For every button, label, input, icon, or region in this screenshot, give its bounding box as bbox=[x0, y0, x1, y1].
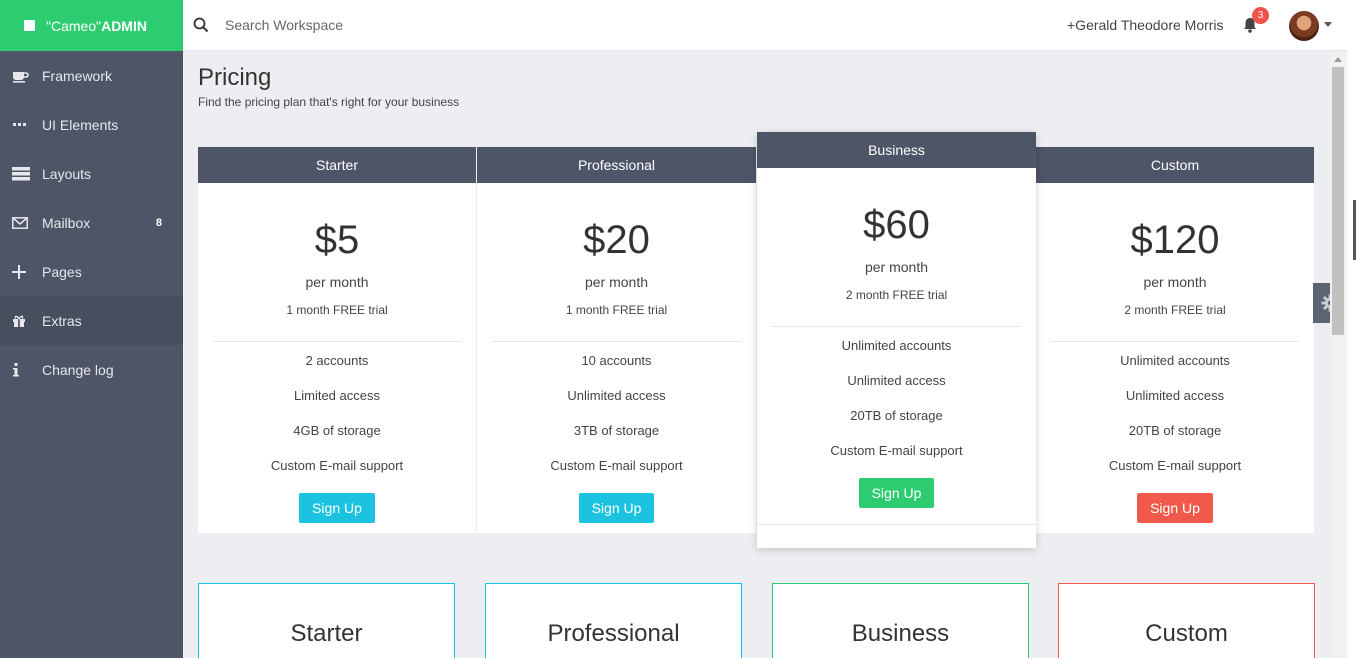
layout-icon bbox=[12, 166, 42, 181]
sign-up-button[interactable]: Sign Up bbox=[578, 493, 655, 523]
plan-feature: 2 accounts bbox=[305, 353, 369, 368]
plan-feature: Unlimited access bbox=[1125, 388, 1225, 403]
plan-feature: 10 accounts bbox=[581, 353, 652, 368]
plan-header: Custom bbox=[1036, 147, 1314, 183]
plan-period: per month bbox=[1143, 274, 1207, 290]
plan-feature: Custom E-mail support bbox=[830, 443, 963, 458]
sidebar-item-label: Change log bbox=[42, 361, 114, 378]
page-subtitle: Find the pricing plan that's right for y… bbox=[198, 95, 460, 109]
plan-card-starter[interactable]: Starter bbox=[198, 583, 455, 658]
pricing-plan-professional: Professional $20 per month 1 month FREE … bbox=[477, 147, 757, 533]
info-icon bbox=[12, 362, 42, 377]
plan-header: Professional bbox=[477, 147, 756, 183]
divider bbox=[757, 524, 1036, 525]
sign-up-button[interactable]: Sign Up bbox=[299, 493, 375, 523]
top-bar: +Gerald Theodore Morris 3 bbox=[183, 0, 1356, 51]
page-title: Pricing bbox=[198, 64, 272, 91]
logo-square-icon bbox=[24, 20, 35, 31]
sidebar-item-label: Layouts bbox=[42, 165, 92, 182]
pricing-plan-business-featured: Business $60 per month 2 month FREE tria… bbox=[757, 132, 1036, 548]
plan-feature: Limited access bbox=[294, 388, 380, 403]
plan-price: $5 bbox=[314, 218, 360, 262]
window-edge bbox=[1347, 0, 1356, 658]
coffee-cup-icon bbox=[12, 69, 42, 83]
sidebar-item-extras[interactable]: Extras bbox=[0, 296, 183, 345]
sidebar-item-layouts[interactable]: Layouts bbox=[0, 149, 183, 198]
divider bbox=[492, 341, 741, 342]
plan-period: per month bbox=[864, 259, 929, 275]
vertical-scrollbar[interactable] bbox=[1330, 51, 1347, 658]
sidebar-item-label: UI Elements bbox=[42, 116, 119, 133]
divider bbox=[772, 326, 1021, 327]
plan-card-professional[interactable]: Professional bbox=[485, 583, 742, 658]
search-icon[interactable] bbox=[193, 17, 209, 33]
ellipsis-icon bbox=[12, 122, 42, 128]
plan-feature: Custom E-mail support bbox=[550, 458, 683, 473]
plan-feature: Custom E-mail support bbox=[1108, 458, 1242, 473]
sidebar-item-label: Extras bbox=[42, 312, 82, 329]
plan-feature: Unlimited accounts bbox=[1120, 353, 1230, 368]
plan-feature: 20TB of storage bbox=[850, 408, 943, 423]
sidebar-item-ui-elements[interactable]: UI Elements bbox=[0, 100, 183, 149]
scrollbar-thumb[interactable] bbox=[1332, 67, 1344, 335]
envelope-icon bbox=[12, 216, 42, 229]
plan-price: $120 bbox=[1130, 218, 1220, 262]
plan-feature: 20TB of storage bbox=[1128, 423, 1222, 438]
brand-name-part2: ADMIN bbox=[101, 17, 147, 34]
notification-count-badge: 3 bbox=[1252, 7, 1269, 24]
plan-trial: 2 month FREE trial bbox=[845, 288, 948, 302]
divider bbox=[213, 341, 461, 342]
sidebar-item-pages[interactable]: Pages bbox=[0, 247, 183, 296]
plan-feature: 3TB of storage bbox=[573, 423, 660, 438]
sidebar-item-change-log[interactable]: Change log bbox=[0, 345, 183, 394]
plan-trial: 1 month FREE trial bbox=[286, 303, 388, 317]
plan-card-business[interactable]: Business bbox=[772, 583, 1029, 658]
user-name-link[interactable]: +Gerald Theodore Morris bbox=[1067, 17, 1224, 33]
search-input[interactable] bbox=[225, 14, 525, 36]
sidebar-item-mailbox[interactable]: Mailbox 8 bbox=[0, 198, 183, 247]
plan-price: $60 bbox=[863, 203, 930, 247]
plan-price: $20 bbox=[583, 218, 650, 262]
plan-feature: Custom E-mail support bbox=[270, 458, 404, 473]
sign-up-button[interactable]: Sign Up bbox=[1137, 493, 1213, 523]
plan-trial: 1 month FREE trial bbox=[565, 303, 668, 317]
chevron-down-icon[interactable] bbox=[1324, 22, 1332, 27]
plan-feature: Unlimited accounts bbox=[841, 338, 952, 353]
brand-logo[interactable]: "Cameo" ADMIN bbox=[0, 0, 183, 51]
plan-card-custom[interactable]: Custom bbox=[1058, 583, 1315, 658]
sidebar-item-label: Mailbox bbox=[42, 214, 91, 231]
sidebar-item-framework[interactable]: Framework bbox=[0, 51, 183, 100]
pricing-plan-custom: Custom $120 per month 2 month FREE trial… bbox=[1036, 147, 1315, 533]
plan-period: per month bbox=[584, 274, 649, 290]
plan-header: Starter bbox=[198, 147, 476, 183]
plan-feature: Unlimited access bbox=[847, 373, 946, 388]
sidebar-item-label: Framework bbox=[42, 67, 113, 84]
sidebar-item-label: Pages bbox=[42, 263, 82, 280]
plan-period: per month bbox=[305, 274, 369, 290]
mailbox-count-badge: 8 bbox=[155, 216, 162, 229]
scroll-up-arrow-icon[interactable] bbox=[1334, 57, 1342, 62]
plan-feature: Unlimited access bbox=[567, 388, 666, 403]
gift-icon bbox=[12, 314, 42, 328]
plus-icon bbox=[12, 264, 42, 279]
avatar[interactable] bbox=[1289, 11, 1319, 41]
plan-header: Business bbox=[757, 132, 1036, 168]
sign-up-button[interactable]: Sign Up bbox=[858, 478, 935, 508]
brand-name-part1: "Cameo" bbox=[46, 17, 102, 34]
sidebar: "Cameo" ADMIN Framework UI Elements Layo… bbox=[0, 0, 183, 658]
plan-trial: 2 month FREE trial bbox=[1124, 303, 1226, 317]
pricing-plan-starter: Starter $5 per month 1 month FREE trial … bbox=[198, 147, 477, 533]
divider bbox=[1051, 341, 1299, 342]
plan-feature: 4GB of storage bbox=[293, 423, 381, 438]
